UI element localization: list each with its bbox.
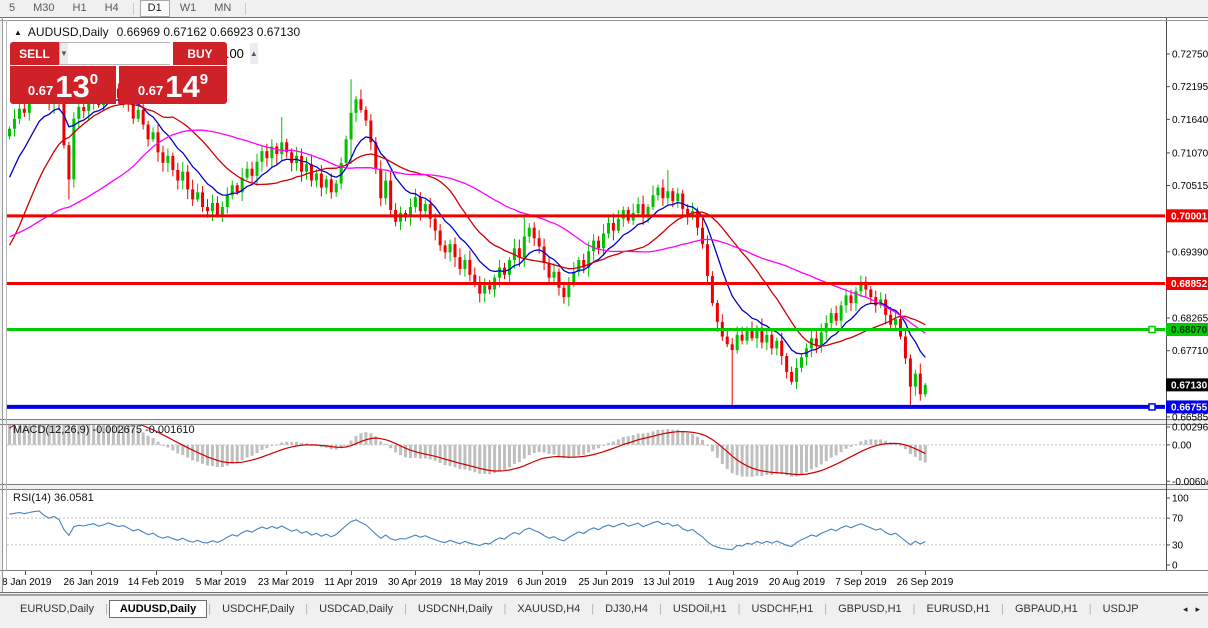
symbol-name: AUDUSD,Daily (28, 25, 109, 39)
tab-separator: | (738, 603, 741, 615)
rsi-tick-label: 100 (1172, 494, 1189, 505)
volume-decrease-icon[interactable]: ▼ (60, 43, 68, 64)
date-label: 13 Jul 2019 (643, 577, 695, 588)
sell-price-big: 13 (55, 72, 89, 102)
tabs-scroll-left-icon[interactable]: ◂ (1183, 604, 1188, 615)
tab-separator: | (659, 603, 662, 615)
ohlc-values: 0.66969 0.67162 0.66923 0.67130 (117, 25, 301, 39)
macd-legend: MACD(12,26,9) -0.002675 -0.001610 (13, 424, 195, 436)
sell-price[interactable]: 0.67130 (10, 66, 116, 104)
tab-separator: | (503, 603, 506, 615)
buy-price-prefix: 0.67 (138, 83, 163, 98)
price-tick-label: 0.70515 (1172, 181, 1208, 192)
timeframe-toolbar: 5M30H1H4 D1W1MN (0, 0, 1208, 18)
rsi-tick-label: 0 (1172, 561, 1178, 572)
date-label: 7 Sep 2019 (835, 577, 887, 588)
sell-price-pip: 0 (90, 71, 98, 88)
tab-GBPAUD-H1[interactable]: GBPAUD,H1 (1005, 600, 1088, 618)
timeframe-button-H4[interactable]: H4 (97, 0, 127, 17)
timeframe-button-H1[interactable]: H1 (65, 0, 95, 17)
toolbar-separator (245, 3, 246, 15)
tab-separator: | (824, 603, 827, 615)
timeframe-button-5[interactable]: 5 (1, 0, 23, 17)
tab-XAUUSD-H4[interactable]: XAUUSD,H4 (507, 600, 590, 618)
price-tick-label: 0.69390 (1172, 247, 1208, 258)
tabs-scroll-right-icon[interactable]: ▸ (1195, 604, 1200, 615)
price-tick-label: 0.71070 (1172, 148, 1208, 159)
tab-separator: | (305, 603, 308, 615)
timeframe-button-M30[interactable]: M30 (25, 0, 62, 17)
tab-GBPUSD-H1[interactable]: GBPUSD,H1 (828, 600, 912, 618)
macd-tick-label: 0.00 (1172, 440, 1192, 451)
date-label: 23 Mar 2019 (258, 577, 315, 588)
date-label: 11 Apr 2019 (324, 577, 378, 588)
tab-separator: | (1001, 603, 1004, 615)
price-tick-label: 0.71640 (1172, 115, 1208, 126)
tab-separator: | (404, 603, 407, 615)
hline-badge-0.66755-text: 0.66755 (1171, 402, 1208, 413)
chart-tabs: EURUSD,Daily|AUDUSD,Daily|USDCHF,Daily|U… (0, 596, 1175, 622)
price-tick-label: 0.68265 (1172, 314, 1208, 325)
tab-separator: | (105, 603, 108, 615)
date-label: 26 Sep 2019 (897, 577, 954, 588)
rsi-tick-label: 30 (1172, 540, 1184, 551)
tab-AUDUSD-Daily[interactable]: AUDUSD,Daily (109, 600, 207, 618)
tab-USDCAD-Daily[interactable]: USDCAD,Daily (309, 600, 403, 618)
tab-USDOil-H1[interactable]: USDOil,H1 (663, 600, 737, 618)
hline-handle[interactable] (1149, 327, 1155, 333)
tab-separator: | (208, 603, 211, 615)
date-label: 5 Mar 2019 (196, 577, 247, 588)
timeframe-button-W1[interactable]: W1 (172, 0, 205, 17)
sell-button[interactable]: SELL (10, 42, 59, 65)
tab-USDCNH-Daily[interactable]: USDCNH,Daily (408, 600, 503, 618)
price-tick-label: 0.67710 (1172, 346, 1208, 357)
buy-price-pip: 9 (200, 71, 208, 88)
trading-terminal: 5M30H1H4 D1W1MN 0.72750 0.72195 0.71640 0.71… (0, 0, 1208, 628)
date-label: 14 Feb 2019 (128, 577, 185, 588)
date-label: 20 Aug 2019 (769, 577, 826, 588)
buy-price-big: 14 (165, 72, 199, 102)
tab-USDJP[interactable]: USDJP (1093, 600, 1149, 618)
buy-price[interactable]: 0.67149 (119, 66, 227, 104)
current-price-badge-text: 0.67130 (1171, 380, 1208, 391)
tab-separator: | (1089, 603, 1092, 615)
buy-button[interactable]: BUY (173, 42, 227, 65)
tab-EURUSD-H1[interactable]: EURUSD,H1 (917, 600, 1001, 618)
timeframe-button-MN[interactable]: MN (206, 0, 239, 17)
date-label: 18 May 2019 (450, 577, 508, 588)
one-click-trading-panel: SELL ▼ ▲ BUY 0.67130 0.67149 (10, 42, 227, 104)
date-label: 30 Apr 2019 (388, 577, 442, 588)
hline-badge-0.68070-text: 0.68070 (1171, 325, 1208, 336)
date-label: 26 Jan 2019 (63, 577, 118, 588)
hline-handle[interactable] (1149, 404, 1155, 410)
macd-tick-label: 0.002968 (1172, 422, 1208, 433)
hline-badge-0.70001-text: 0.70001 (1171, 211, 1208, 222)
toolbar-separator (133, 3, 134, 15)
tab-separator: | (913, 603, 916, 615)
volume-increase-icon[interactable]: ▲ (250, 43, 258, 64)
chart-tab-bar: EURUSD,Daily|AUDUSD,Daily|USDCHF,Daily|U… (0, 595, 1208, 622)
tab-EURUSD-Daily[interactable]: EURUSD,Daily (10, 600, 104, 618)
date-label: 6 Jun 2019 (517, 577, 567, 588)
tab-USDCHF-H1[interactable]: USDCHF,H1 (741, 600, 823, 618)
chart-title: ▲ AUDUSD,Daily 0.66969 0.67162 0.66923 0.6… (14, 25, 300, 39)
price-tick-label: 0.72750 (1172, 49, 1208, 60)
tab-DJ30-H4[interactable]: DJ30,H4 (595, 600, 658, 618)
rsi-tick-label: 70 (1172, 514, 1184, 525)
volume-stepper: ▼ ▲ (59, 42, 170, 65)
price-tick-label: 0.72195 (1172, 82, 1208, 93)
tab-USDCHF-Daily[interactable]: USDCHF,Daily (212, 600, 304, 618)
sell-price-prefix: 0.67 (28, 83, 53, 98)
timeframe-button-D1[interactable]: D1 (140, 0, 170, 17)
tab-separator: | (591, 603, 594, 615)
date-label: 1 Aug 2019 (708, 577, 759, 588)
date-label: 25 Jun 2019 (578, 577, 633, 588)
rsi-legend: RSI(14) 36.0581 (13, 492, 94, 504)
date-label: 8 Jan 2019 (2, 577, 52, 588)
macd-tick-label: -0.006047 (1172, 477, 1208, 488)
hline-badge-0.68852-text: 0.68852 (1171, 279, 1208, 290)
collapse-arrow-icon[interactable]: ▲ (14, 28, 22, 37)
